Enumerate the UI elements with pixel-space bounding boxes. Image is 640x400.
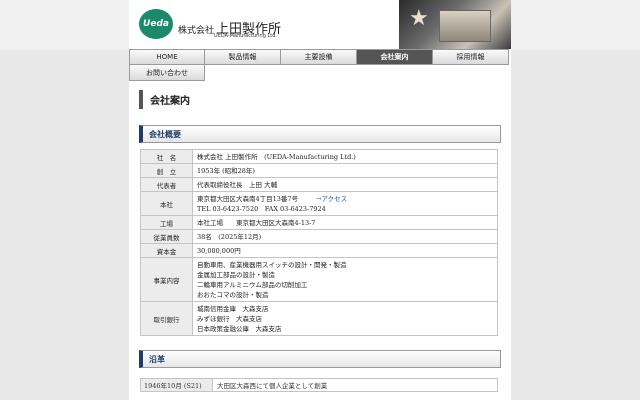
hq-value: 東京都大田区大森南4丁目13番7号 →アクセス TEL 03-6423-7520 …	[192, 191, 498, 216]
staff-value: 38名 (2025年12月)	[192, 229, 498, 244]
row-label-business: 事業内容	[140, 257, 193, 302]
history-date: 1946年10月 (S21)	[140, 378, 213, 392]
page-container: Ueda 株式会社 上田製作所 UEDA-Manufacturing Ltd. ★…	[129, 0, 511, 400]
table-row: 本社 東京都大田区大森南4丁目13番7号 →アクセス TEL 03-6423-75…	[140, 191, 498, 216]
global-nav: HOME 製品情報 主要設備 会社案内 採用情報 お問い合わせ	[129, 49, 511, 81]
overview-heading: 会社概要	[139, 125, 501, 143]
bank-line: 城南信用金庫 大森支店	[197, 304, 269, 313]
bank-line: 日本政策金融公庫 大森支店	[197, 324, 282, 333]
row-label-founded: 創 立	[140, 163, 193, 178]
table-row: 取引銀行 城南信用金庫 大森支店 みずほ銀行 大森支店 日本政策金融公庫 大森支…	[140, 301, 498, 336]
business-line: おおたコマの設計・製造	[197, 290, 269, 299]
company-prefix: 株式会社	[178, 26, 215, 36]
main-content: 会社案内 会社概要 社 名 株式会社 上田製作所 (UEDA-Manufactu…	[139, 90, 501, 392]
history-table: 1946年10月 (S21) 大田区大森西にて個人企業として創業	[140, 378, 498, 392]
table-row: 事業内容 自動車用、産業機器用スイッチの設計・開発・製造 金属加工部品の設計・製…	[140, 257, 498, 302]
history-event: 大田区大森西にて個人企業として創業	[212, 378, 498, 392]
nav-equipment[interactable]: 主要設備	[281, 49, 357, 65]
business-line: 金属加工部品の設計・製造	[197, 270, 275, 279]
row-label-factory: 工場	[140, 215, 193, 230]
bank-line: みずほ銀行 大森支店	[197, 314, 262, 323]
header-hero-image: ★	[399, 0, 511, 49]
bank-value: 城南信用金庫 大森支店 みずほ銀行 大森支店 日本政策金融公庫 大森支店	[192, 301, 498, 336]
nav-home[interactable]: HOME	[129, 49, 205, 65]
table-row: 工場 本社工場 東京都大田区大森南4-13-7	[140, 215, 498, 230]
table-row: 代表者 代表取締役社長 上田 大輔	[140, 177, 498, 192]
nav-recruit[interactable]: 採用情報	[433, 49, 509, 65]
company-name-english: UEDA-Manufacturing Ltd.	[214, 33, 278, 39]
representative-value: 代表取締役社長 上田 大輔	[192, 177, 498, 192]
logo-text: Ueda	[143, 19, 169, 29]
site-header: Ueda 株式会社 上田製作所 UEDA-Manufacturing Ltd. ★	[129, 0, 511, 49]
hq-address: 東京都大田区大森南4丁目13番7号	[197, 194, 299, 203]
company-logo[interactable]: Ueda	[139, 9, 173, 39]
row-label-representative: 代表者	[140, 177, 193, 192]
row-label-staff: 従業員数	[140, 229, 193, 244]
table-row: 創 立 1953年 (昭和28年)	[140, 163, 498, 178]
company-name-value: 株式会社 上田製作所 (UEDA-Manufacturing Ltd.)	[192, 149, 498, 164]
capital-value: 30,000,000円	[192, 243, 498, 258]
nav-products[interactable]: 製品情報	[205, 49, 281, 65]
row-label-capital: 資本金	[140, 243, 193, 258]
access-link[interactable]: →アクセス	[316, 195, 347, 203]
row-label-hq: 本社	[140, 191, 193, 216]
metal-plate-image	[439, 10, 491, 42]
nav-company[interactable]: 会社案内	[357, 49, 433, 65]
row-label-bank: 取引銀行	[140, 301, 193, 336]
hq-phone: TEL 03-6423-7520 FAX 03-6423-7924	[197, 204, 326, 213]
table-row: 1946年10月 (S21) 大田区大森西にて個人企業として創業	[140, 378, 498, 392]
table-row: 資本金 30,000,000円	[140, 243, 498, 258]
company-overview-table: 社 名 株式会社 上田製作所 (UEDA-Manufacturing Ltd.)…	[140, 149, 498, 336]
star-emblem-icon: ★	[409, 6, 429, 31]
nav-contact[interactable]: お問い合わせ	[129, 65, 205, 81]
nav-row-1: HOME 製品情報 主要設備 会社案内 採用情報	[129, 49, 511, 65]
factory-value: 本社工場 東京都大田区大森南4-13-7	[192, 215, 498, 230]
table-row: 従業員数 38名 (2025年12月)	[140, 229, 498, 244]
business-line: 二輪車用アルミニウム部品の切削加工	[197, 280, 308, 289]
page-title: 会社案内	[139, 90, 501, 109]
business-value: 自動車用、産業機器用スイッチの設計・開発・製造 金属加工部品の設計・製造 二輪車…	[192, 257, 498, 302]
business-line: 自動車用、産業機器用スイッチの設計・開発・製造	[197, 260, 347, 269]
founded-value: 1953年 (昭和28年)	[192, 163, 498, 178]
nav-row-2: お問い合わせ	[129, 65, 511, 81]
row-label-name: 社 名	[140, 149, 193, 164]
history-heading: 沿革	[139, 350, 501, 368]
table-row: 社 名 株式会社 上田製作所 (UEDA-Manufacturing Ltd.)	[140, 149, 498, 164]
